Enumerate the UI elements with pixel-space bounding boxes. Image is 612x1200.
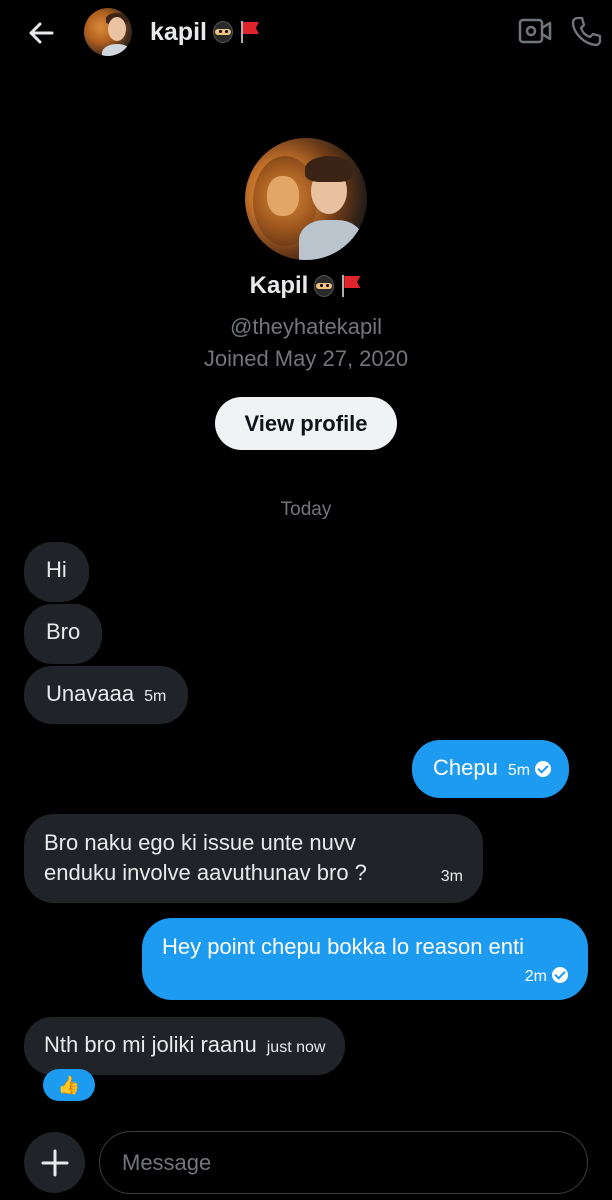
message-bubble-incoming[interactable]: Bro naku ego ki issue unte nuvv enduku i… (24, 814, 483, 903)
ninja-emoji-icon (312, 274, 336, 298)
message-bubble-incoming[interactable]: Bro (24, 604, 103, 664)
message-text: Unavaaa (46, 681, 135, 706)
profile-avatar[interactable] (245, 138, 367, 260)
message-bubble-incoming[interactable]: Unavaaa 5m (24, 666, 189, 724)
message-timestamp: 3m (440, 868, 463, 885)
red-flag-emoji-icon (338, 274, 362, 298)
view-profile-button[interactable]: View profile (215, 397, 397, 450)
profile-display-name: Kapil (0, 272, 612, 300)
header-avatar[interactable] (84, 8, 132, 56)
ninja-emoji-icon (211, 20, 235, 44)
seen-check-icon (535, 761, 552, 777)
message-text-line: Bro naku ego ki issue unte nuvv (44, 830, 356, 855)
message-timestamp: just now (266, 1039, 326, 1056)
back-button[interactable] (26, 18, 56, 48)
date-separator: Today (280, 499, 332, 520)
message-timestamp: 5m (144, 688, 167, 705)
message-input[interactable] (99, 1131, 588, 1194)
header-username[interactable]: kapil (150, 16, 261, 48)
arrow-left-icon (29, 22, 54, 44)
profile-joined-date: Joined May 27, 2020 (203, 346, 409, 371)
message-timestamp: 2m (524, 968, 547, 985)
profile-name-text: Kapil (249, 272, 309, 299)
thumbs-up-reaction[interactable]: 👍 (43, 1069, 95, 1101)
message-text-line: enduku involve aavuthunav bro ? (44, 860, 367, 885)
plus-icon (41, 1149, 68, 1176)
message-text: Hey point chepu bokka lo reason enti (162, 934, 525, 959)
video-call-button[interactable] (518, 16, 552, 46)
message-bubble-outgoing[interactable]: Hey point chepu bokka lo reason enti 2m (142, 918, 588, 1000)
video-camera-icon (518, 18, 552, 44)
profile-handle: @theyhatekapil (230, 314, 382, 339)
message-text: Hi (46, 557, 67, 582)
seen-check-icon (552, 967, 568, 983)
message-text: Chepu (433, 755, 498, 780)
message-text: Nth bro mi joliki raanu (44, 1032, 257, 1057)
message-text: Bro (46, 619, 81, 644)
voice-call-button[interactable] (570, 15, 602, 47)
message-bubble-incoming[interactable]: Hi (24, 542, 89, 602)
header-username-text: kapil (150, 18, 207, 46)
message-bubble-outgoing[interactable]: Chepu 5m (412, 740, 570, 798)
red-flag-emoji-icon (237, 20, 261, 44)
thumbs-up-icon: 👍 (57, 1074, 81, 1095)
message-timestamp: 5m (507, 762, 531, 779)
phone-icon (571, 16, 602, 47)
message-bubble-incoming[interactable]: Nth bro mi joliki raanu just now (24, 1017, 346, 1075)
add-attachment-button[interactable] (24, 1132, 85, 1193)
conversation-header: kapil (0, 0, 612, 64)
dm-conversation-screen: kapil Kapil @theyhatekapil Joined May 27… (0, 0, 612, 1200)
